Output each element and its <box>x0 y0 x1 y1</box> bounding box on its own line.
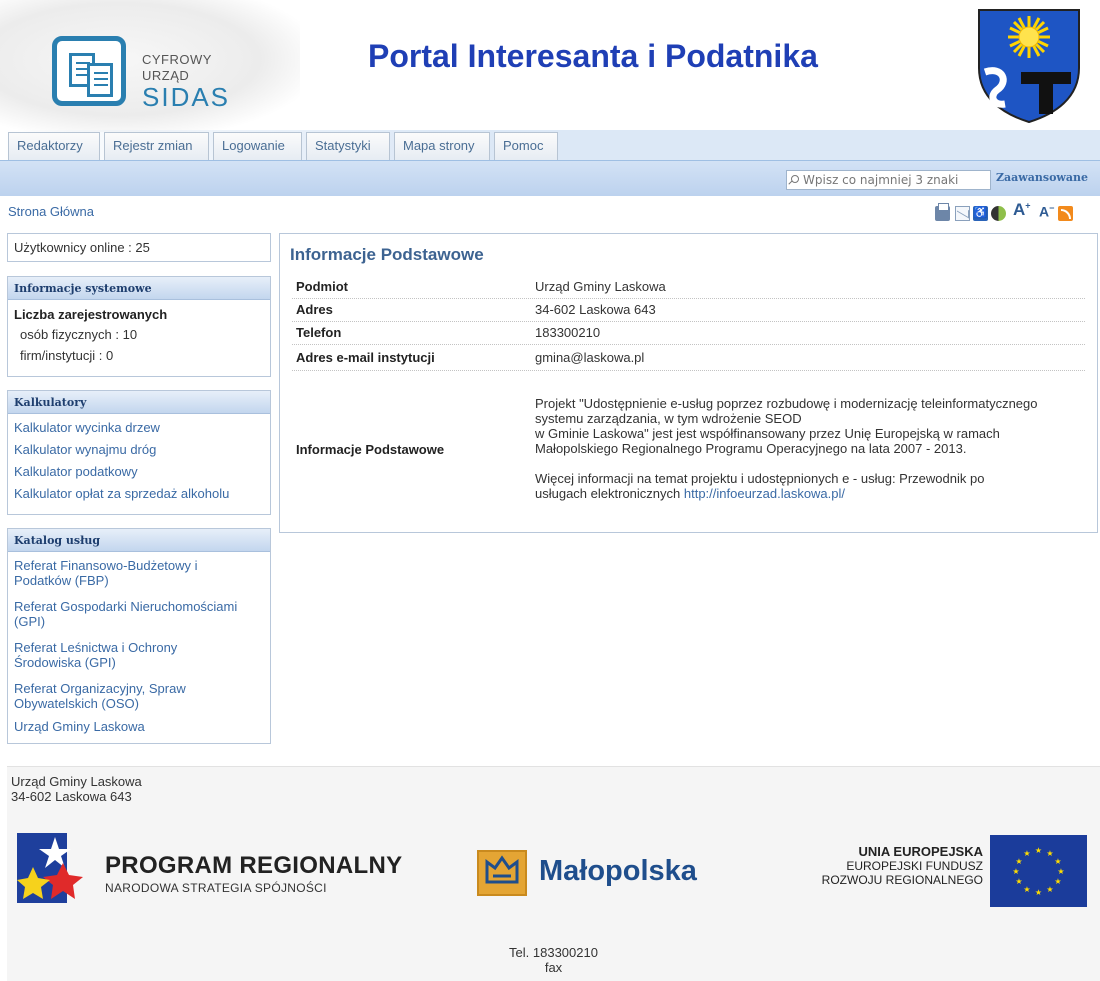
portal-title: Portal Interesanta i Podatnika <box>368 38 818 74</box>
registered-persons: osób fizycznych : 10 <box>20 327 138 342</box>
accessibility-icon[interactable]: ♿ <box>973 206 988 221</box>
search-input[interactable]: Wpisz co najmniej 3 znaki <box>786 170 991 190</box>
top-tab-bar: Redaktorzy Rejestr zmian Logowanie Staty… <box>0 130 1100 160</box>
cyfrowy-urzad-logo[interactable]: CYFROWY URZĄD SIDAS <box>52 36 252 116</box>
svg-text:★: ★ <box>1015 857 1022 866</box>
page-tools: ♿ A+ A− <box>935 200 1100 226</box>
program-regionalny-subtitle: NARODOWA STRATEGIA SPÓJNOŚCI <box>105 881 327 895</box>
svg-text:★: ★ <box>1035 888 1042 897</box>
tab-logowanie[interactable]: Logowanie <box>213 132 302 160</box>
tab-rejestr-zmian[interactable]: Rejestr zmian <box>104 132 209 160</box>
project-description: Projekt "Udostępnienie e-usług poprzez r… <box>535 396 1038 501</box>
rss-icon[interactable] <box>1058 206 1073 221</box>
page-title: Informacje Podstawowe <box>290 245 484 264</box>
info-row-subject: Podmiot Urząd Gminy Laskowa <box>292 276 1085 299</box>
font-decrease-icon[interactable]: A− <box>1039 203 1059 220</box>
svg-text:★: ★ <box>1057 867 1064 876</box>
tab-mapa-strony[interactable]: Mapa strony <box>394 132 490 160</box>
basic-info-panel: Informacje Podstawowe Podmiot Urząd Gmin… <box>279 233 1098 533</box>
footer-address: Urząd Gminy Laskowa 34-602 Laskowa 643 <box>11 774 142 804</box>
logo-text-urzad: URZĄD <box>142 68 190 83</box>
program-regionalny-title: PROGRAM REGIONALNY <box>105 852 403 879</box>
info-label: Informacje Podstawowe <box>296 442 445 457</box>
program-regionalny-logo-icon <box>17 833 83 903</box>
svg-text:★: ★ <box>1054 877 1061 886</box>
info-value: 34-602 Laskowa 643 <box>535 302 656 317</box>
svg-text:★: ★ <box>1054 857 1061 866</box>
tab-redaktorzy[interactable]: Redaktorzy <box>8 132 100 160</box>
svg-text:★: ★ <box>1023 885 1030 894</box>
info-row-phone: Telefon 183300210 <box>292 322 1085 345</box>
system-info-heading: Informacje systemowe <box>8 277 270 300</box>
print-icon[interactable] <box>935 203 950 221</box>
advanced-search-link[interactable]: Zaawansowane <box>996 171 1088 184</box>
calculators-panel: Kalkulatory Kalkulator wycinka drzew Kal… <box>7 390 271 515</box>
service-catalog-heading: Katalog usług <box>8 529 270 552</box>
mail-icon[interactable] <box>955 206 970 221</box>
system-info-panel: Informacje systemowe Liczba zarejestrowa… <box>7 276 271 377</box>
svg-text:★: ★ <box>1035 846 1042 855</box>
svg-text:★: ★ <box>1046 849 1053 858</box>
catalog-item-urzad[interactable]: Urząd Gminy Laskowa <box>8 719 270 739</box>
logo-text-cyfrowy: CYFROWY <box>142 52 212 67</box>
calculators-heading: Kalkulatory <box>8 391 270 414</box>
info-label: Podmiot <box>296 279 348 294</box>
calculator-road-rental-link[interactable]: Kalkulator wynajmu dróg <box>8 442 270 464</box>
breadcrumb-home[interactable]: Strona Główna <box>8 204 94 219</box>
registered-companies: firm/instytucji : 0 <box>20 348 114 363</box>
info-row-email: Adres e-mail instytucji gmina@laskowa.pl <box>292 345 1085 371</box>
catalog-item-gpi-property[interactable]: Referat Gospodarki Nieruchomościami (GPI… <box>8 599 270 640</box>
malopolska-logo-icon <box>477 850 527 896</box>
project-info-link[interactable]: http://infoeurzad.laskowa.pl/ <box>684 486 845 501</box>
info-label: Adres e-mail instytucji <box>296 350 435 365</box>
site-header: CYFROWY URZĄD SIDAS Portal Interesanta i… <box>0 0 1100 132</box>
svg-text:★: ★ <box>1046 885 1053 894</box>
tab-pomoc[interactable]: Pomoc <box>494 132 558 160</box>
info-value: 183300210 <box>535 325 601 340</box>
info-value: gmina@laskowa.pl <box>535 350 645 365</box>
svg-text:★: ★ <box>1023 849 1030 858</box>
info-row-project: Informacje Podstawowe Projekt "Udostępni… <box>292 371 1085 526</box>
search-bar: Wpisz co najmniej 3 znaki Zaawansowane <box>0 160 1100 196</box>
contrast-icon[interactable] <box>991 206 1006 221</box>
svg-text:★: ★ <box>1012 867 1019 876</box>
search-placeholder: Wpisz co najmniej 3 znaki <box>803 173 959 187</box>
eu-flag-icon: ★ ★★ ★★★ ★★★ ★★★ <box>990 835 1087 907</box>
svg-text:★: ★ <box>1015 877 1022 886</box>
service-catalog-panel: Katalog usług Referat Finansowo-Budżetow… <box>7 528 271 744</box>
calculator-tax-link[interactable]: Kalkulator podatkowy <box>8 464 270 486</box>
calculator-alcohol-fee-link[interactable]: Kalkulator opłat za sprzedaż alkoholu <box>8 486 270 508</box>
logo-document-icon <box>52 36 126 106</box>
font-increase-icon[interactable]: A+ <box>1013 200 1033 219</box>
info-value: Urząd Gminy Laskowa <box>535 279 666 294</box>
info-row-address: Adres 34-602 Laskowa 643 <box>292 299 1085 322</box>
malopolska-title: Małopolska <box>539 855 697 887</box>
info-label: Telefon <box>296 325 342 340</box>
catalog-item-gpi-forestry[interactable]: Referat Leśnictwa i Ochrony Środowiska (… <box>8 640 270 681</box>
catalog-item-fbp[interactable]: Referat Finansowo-Budżetowy i Podatków (… <box>8 558 270 599</box>
logo-text-sidas: SIDAS <box>142 82 231 112</box>
info-label: Adres <box>296 302 333 317</box>
site-footer: Urząd Gminy Laskowa 34-602 Laskowa 643 P… <box>7 766 1100 981</box>
calculator-tree-felling-link[interactable]: Kalkulator wycinka drzew <box>8 420 270 442</box>
tab-statystyki[interactable]: Statystyki <box>306 132 390 160</box>
search-icon <box>791 175 799 183</box>
catalog-item-oso[interactable]: Referat Organizacyjny, Spraw Obywatelski… <box>8 681 270 719</box>
users-online: Użytkownicy online : 25 <box>7 233 271 262</box>
coat-of-arms-icon <box>978 9 1080 124</box>
eu-fund-text: UNIA EUROPEJSKA EUROPEJSKI FUNDUSZ ROZWO… <box>821 844 983 888</box>
registered-count-title: Liczba zarejestrowanych <box>14 307 168 322</box>
footer-contact: Tel. 183300210 fax <box>509 945 598 975</box>
